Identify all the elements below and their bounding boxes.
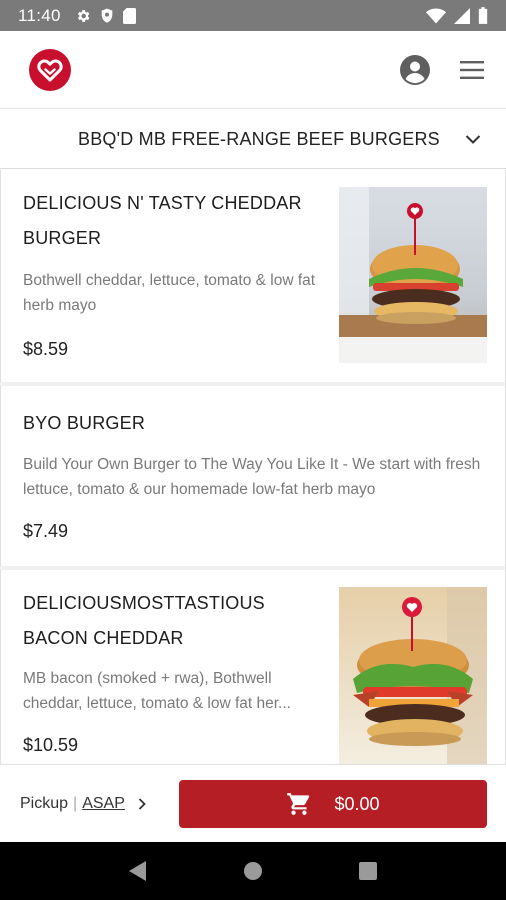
home-icon[interactable] [241, 859, 265, 883]
back-icon[interactable] [126, 859, 150, 883]
hamburger-menu-icon[interactable] [458, 56, 486, 84]
menu-item-list[interactable]: DELICIOUS N' TASTY CHEDDAR BURGER Bothwe… [0, 170, 506, 764]
category-title: BBQ'D MB FREE-RANGE BEEF BURGERS [78, 128, 440, 149]
status-bar: 11:40 [0, 0, 506, 31]
app-screen: 11:40 BBQ'D MB FREE-RANGE BEEF BURGERS D… [0, 0, 506, 900]
menu-item-description-line1: MB bacon (smoked + rwa), Bothwell [23, 670, 272, 687]
chevron-down-icon [462, 128, 484, 150]
shopping-cart-icon [286, 791, 312, 817]
menu-item-name: DELICIOUS N' TASTY CHEDDAR BURGER [23, 193, 302, 248]
sd-card-icon [122, 7, 136, 24]
order-action-bar: Pickup | ASAP $0.00 [0, 764, 506, 842]
account-circle-icon[interactable] [399, 54, 431, 86]
menu-item-price: $10.59 [23, 735, 79, 755]
battery-icon [478, 7, 488, 24]
chevron-right-icon [135, 797, 149, 811]
menu-item-name: DELICIOUSMOSTTASTIOUS BACON CHEDDAR [23, 593, 265, 648]
menu-item[interactable]: DELICIOUS N' TASTY CHEDDAR BURGER Bothwe… [0, 170, 506, 382]
burger-photo [339, 187, 487, 363]
menu-item-description: Bothwell cheddar, lettuce, tomato & low … [23, 272, 316, 314]
menu-item-description-line2: cheddar, lettuce, tomato & low fat her..… [23, 695, 291, 712]
signal-icon [454, 7, 470, 24]
menu-item-price: $7.49 [23, 521, 69, 541]
menu-item[interactable]: DELICIOUSMOSTTASTIOUS BACON CHEDDAR MB b… [0, 570, 506, 764]
app-header [0, 31, 506, 109]
menu-item-name: BYO BURGER [23, 413, 146, 433]
burger-photo [339, 587, 487, 764]
menu-item-price: $8.59 [23, 339, 69, 359]
pickup-time-link[interactable]: ASAP [82, 795, 125, 813]
recents-icon[interactable] [356, 859, 380, 883]
menu-item-description: Build Your Own Burger to The Way You Lik… [23, 456, 481, 498]
pickup-separator: | [73, 794, 78, 812]
pickup-selector[interactable]: Pickup | ASAP [20, 795, 149, 813]
cart-button[interactable]: $0.00 [179, 780, 487, 828]
pickup-label: Pickup [20, 794, 69, 812]
shield-icon [100, 8, 114, 24]
status-time: 11:40 [18, 5, 61, 25]
menu-item-description: MB bacon (smoked + rwa), Bothwell chedda… [23, 666, 323, 716]
system-navigation-bar [0, 842, 506, 900]
heart-logo[interactable] [29, 48, 71, 91]
gear-icon [75, 8, 91, 24]
menu-item[interactable]: BYO BURGER Build Your Own Burger to The … [0, 386, 506, 566]
wifi-icon [426, 8, 446, 24]
cart-total: $0.00 [334, 793, 380, 814]
category-selector[interactable]: BBQ'D MB FREE-RANGE BEEF BURGERS [0, 110, 506, 169]
